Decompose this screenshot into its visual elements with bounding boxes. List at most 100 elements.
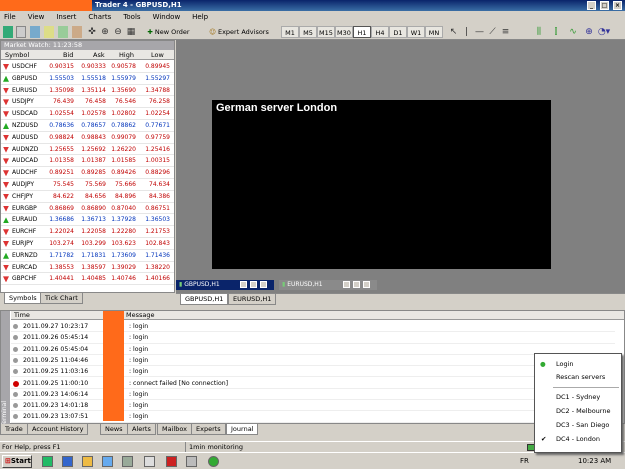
line-chart-icon[interactable]: ∿ xyxy=(566,26,580,38)
tf-h1[interactable]: H1 xyxy=(353,26,371,38)
journal-row[interactable]: 2011.09.23 14:01:18: login xyxy=(11,400,615,412)
crosshair-icon[interactable]: ✜ xyxy=(87,26,97,38)
menu-item-rescan[interactable]: Rescan servers xyxy=(535,371,621,383)
menu-item-login[interactable]: ● Login xyxy=(535,358,621,370)
market-watch-row[interactable]: AUDJPY 75.545 75.569 75.666 74.634 xyxy=(1,179,174,191)
new-order-button[interactable]: ✚ New Order xyxy=(142,26,195,38)
maximize-icon[interactable] xyxy=(250,281,257,288)
explorer-icon[interactable] xyxy=(62,456,73,467)
tf-h4[interactable]: H4 xyxy=(371,26,389,38)
ie-icon[interactable] xyxy=(102,456,113,467)
app-icon[interactable] xyxy=(144,456,155,467)
zoom-out-icon[interactable]: ⊖ xyxy=(113,26,123,38)
market-watch-row[interactable]: CHFJPY 84.622 84.656 84.896 84.386 xyxy=(1,191,174,203)
market-watch-row[interactable]: EURJPY 103.274 103.299 103.623 102.843 xyxy=(1,238,174,250)
channel-icon[interactable]: ≡ xyxy=(500,26,511,38)
vertical-line-icon[interactable]: | xyxy=(461,26,472,38)
terminal-icon[interactable] xyxy=(58,26,68,38)
tf-d1[interactable]: D1 xyxy=(389,26,407,38)
start-button[interactable]: ⊞Start xyxy=(2,455,32,468)
app-icon[interactable] xyxy=(186,456,197,467)
trendline-icon[interactable]: ⟋ xyxy=(487,26,498,38)
tab-symbols[interactable]: Symbols xyxy=(4,293,42,304)
menu-item-dc1[interactable]: DC1 - Sydney xyxy=(535,391,621,403)
tab-gbpusd-h1[interactable]: GBPUSD,H1 xyxy=(180,294,229,305)
close-icon[interactable] xyxy=(260,281,267,288)
menu-item-dc3[interactable]: DC3 - San Diego xyxy=(535,419,621,431)
journal-row[interactable]: 2011.09.26 05:45:14: login xyxy=(11,332,615,344)
menu-insert[interactable]: Insert xyxy=(56,13,76,21)
tab-account-history[interactable]: Account History xyxy=(27,424,89,435)
tf-w1[interactable]: W1 xyxy=(407,26,425,38)
mini-window-eurusd[interactable]: ▮ EURUSD,H1 xyxy=(279,280,377,290)
market-watch-row[interactable]: AUDCHF 0.89251 0.89285 0.89426 0.88296 xyxy=(1,167,174,179)
journal-row[interactable]: 2011.09.25 11:00:10: connect failed [No … xyxy=(11,378,615,389)
menu-help[interactable]: Help xyxy=(192,13,208,21)
tf-m15[interactable]: M15 xyxy=(317,26,335,38)
tile-icon[interactable]: ▦ xyxy=(126,26,136,38)
market-watch-row[interactable]: EURNZD 1.71782 1.71831 1.73609 1.71436 xyxy=(1,250,174,262)
tab-tick-chart[interactable]: Tick Chart xyxy=(40,293,83,304)
col-message[interactable]: Message xyxy=(126,311,155,320)
market-watch-row[interactable]: AUDNZD 1.25655 1.25692 1.26220 1.25416 xyxy=(1,144,174,156)
journal-row[interactable]: 2011.09.25 11:04:46: login xyxy=(11,355,615,367)
app-icon[interactable] xyxy=(122,456,133,467)
chart-window[interactable]: German server London xyxy=(212,100,551,269)
profiles-icon[interactable] xyxy=(16,26,26,38)
tab-eurusd-h1[interactable]: EURUSD,H1 xyxy=(228,294,277,305)
col-ask[interactable]: Ask xyxy=(93,50,105,60)
journal-row[interactable]: 2011.09.23 13:07:51: login xyxy=(11,411,615,423)
maximize-icon[interactable] xyxy=(353,281,360,288)
market-watch-row[interactable]: USDCAD 1.02554 1.02578 1.02802 1.02254 xyxy=(1,108,174,120)
journal-row[interactable]: 2011.09.27 10:23:17: login xyxy=(11,321,615,333)
journal-row[interactable]: 2011.09.23 14:06:14: login xyxy=(11,389,615,401)
menu-charts[interactable]: Charts xyxy=(88,13,111,21)
market-watch-row[interactable]: EURCAD 1.38553 1.38597 1.39029 1.38220 xyxy=(1,262,174,274)
close-button[interactable]: × xyxy=(613,1,622,10)
navigator-icon[interactable] xyxy=(44,26,54,38)
market-watch-row[interactable]: USDJPY 76.439 76.458 76.546 76.258 xyxy=(1,96,174,109)
market-watch-row[interactable]: GBPUSD 1.55503 1.55518 1.55979 1.55297 xyxy=(1,73,174,85)
tab-news[interactable]: News xyxy=(100,424,128,435)
minimize-button[interactable]: _ xyxy=(587,1,596,10)
market-watch-row[interactable]: GBPCHF 1.40441 1.40485 1.40746 1.40166 xyxy=(1,273,174,286)
maximize-button[interactable]: □ xyxy=(600,1,609,10)
horizontal-line-icon[interactable]: — xyxy=(474,26,485,38)
col-symbol[interactable]: Symbol xyxy=(5,50,29,60)
close-icon[interactable] xyxy=(363,281,370,288)
new-chart-icon[interactable] xyxy=(3,26,13,38)
menu-view[interactable]: View xyxy=(28,13,45,21)
cursor-icon[interactable]: ↖ xyxy=(448,26,459,38)
tab-alerts[interactable]: Alerts xyxy=(127,424,156,435)
zoom-in-icon[interactable]: ⊕ xyxy=(100,26,110,38)
acrobat-icon[interactable] xyxy=(166,456,177,467)
menu-tools[interactable]: Tools xyxy=(123,13,140,21)
market-watch-icon[interactable] xyxy=(30,26,40,38)
restore-icon[interactable] xyxy=(240,281,247,288)
tab-mailbox[interactable]: Mailbox xyxy=(157,424,192,435)
folder-icon[interactable] xyxy=(82,456,93,467)
journal-row[interactable]: 2011.09.26 05:45:04: login xyxy=(11,344,615,355)
restore-icon[interactable] xyxy=(343,281,350,288)
tf-m1[interactable]: M1 xyxy=(281,26,299,38)
tab-journal[interactable]: Journal xyxy=(226,424,259,435)
tab-trade[interactable]: Trade xyxy=(0,424,28,435)
tf-m30[interactable]: M30 xyxy=(335,26,353,38)
market-watch-row[interactable]: AUDCAD 1.01358 1.01387 1.01585 1.00315 xyxy=(1,155,174,168)
language-indicator[interactable]: FR xyxy=(520,457,529,465)
market-watch-row[interactable]: EURAUD 1.36686 1.36713 1.37928 1.36503 xyxy=(1,214,174,227)
market-watch-row[interactable]: USDCHF 0.90315 0.90333 0.90578 0.89945 xyxy=(1,61,174,73)
periodicity-icon[interactable]: ◔▾ xyxy=(597,26,611,38)
menu-item-dc2[interactable]: DC2 - Melbourne xyxy=(535,405,621,417)
menu-file[interactable]: File xyxy=(4,13,16,21)
bar-chart-icon[interactable]: ⫼ xyxy=(532,26,546,38)
candlestick-icon[interactable]: ⫿ xyxy=(549,26,563,38)
tf-mn[interactable]: MN xyxy=(425,26,443,38)
market-watch-row[interactable]: EURCHF 1.22024 1.22058 1.22280 1.21753 xyxy=(1,226,174,238)
journal-row[interactable]: 2011.09.25 11:03:16: login xyxy=(11,366,615,378)
market-watch-row[interactable]: AUDUSD 0.98824 0.98843 0.99079 0.97759 xyxy=(1,132,174,144)
metatrader-icon[interactable] xyxy=(208,456,219,467)
market-watch-row[interactable]: NZDUSD 0.78636 0.78657 0.78862 0.77671 xyxy=(1,120,174,132)
market-watch-row[interactable]: EURUSD 1.35098 1.35114 1.35690 1.34788 xyxy=(1,85,174,97)
col-high[interactable]: High xyxy=(119,50,134,60)
